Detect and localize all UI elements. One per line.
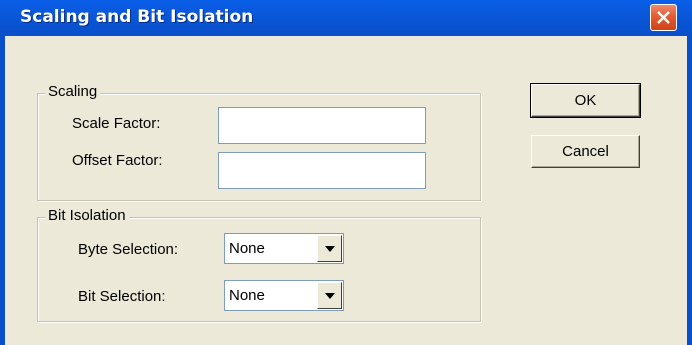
window-title: Scaling and Bit Isolation (20, 7, 254, 27)
close-icon (657, 11, 670, 24)
scaling-group-legend: Scaling (45, 83, 101, 100)
scale-factor-label: Scale Factor: (72, 115, 161, 132)
window-frame-left (0, 36, 5, 345)
bit-selection-value: None (229, 287, 265, 304)
byte-selection-dropdown[interactable]: None (224, 233, 344, 264)
close-button[interactable] (650, 4, 677, 31)
bit-selection-dropdown-button[interactable] (317, 282, 342, 309)
ok-button[interactable]: OK (530, 83, 641, 118)
byte-selection-label: Byte Selection: (78, 241, 179, 258)
dialog-window: Scaling and Bit Isolation Scaling Scale … (0, 0, 692, 345)
offset-factor-field[interactable] (218, 152, 426, 189)
title-bar[interactable]: Scaling and Bit Isolation (0, 0, 692, 36)
cancel-button[interactable]: Cancel (531, 135, 640, 168)
chevron-down-icon (325, 293, 335, 299)
window-frame-right (687, 36, 692, 345)
byte-selection-dropdown-button[interactable] (317, 235, 342, 262)
byte-selection-value: None (229, 240, 265, 257)
bit-selection-label: Bit Selection: (78, 288, 166, 305)
bit-isolation-group-legend: Bit Isolation (45, 207, 129, 224)
chevron-down-icon (325, 246, 335, 252)
offset-factor-label: Offset Factor: (72, 152, 163, 169)
scale-factor-field[interactable] (218, 107, 426, 144)
bit-selection-dropdown[interactable]: None (224, 280, 344, 311)
